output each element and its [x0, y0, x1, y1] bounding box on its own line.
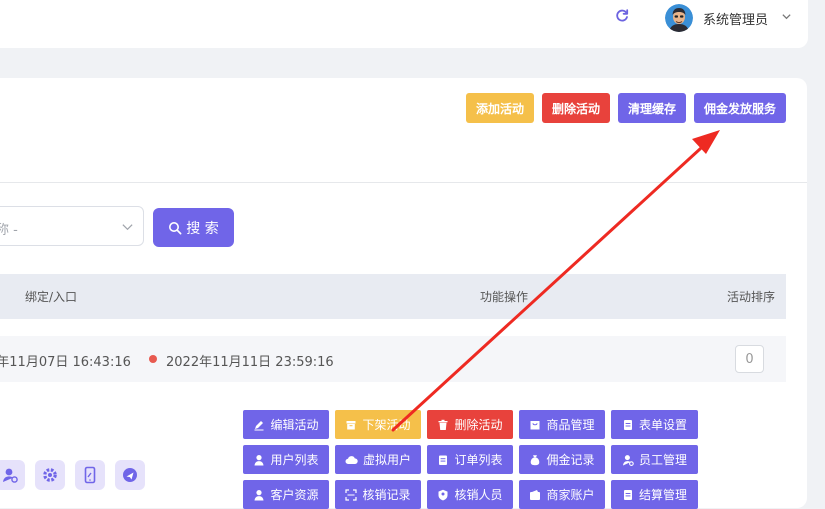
- virtual-users-button[interactable]: 虚拟用户: [335, 445, 421, 474]
- user-icon: [254, 454, 264, 465]
- mobile-icon[interactable]: [75, 460, 105, 490]
- column-actions: 功能操作: [480, 290, 529, 304]
- merchant-account-button[interactable]: 商家账户: [519, 480, 605, 509]
- shield-user-icon: [438, 489, 448, 500]
- user-link-icon[interactable]: [0, 460, 25, 490]
- form-settings-label: 表单设置: [638, 418, 687, 432]
- customer-icon: [254, 489, 264, 500]
- settlement-management-button[interactable]: 结算管理: [611, 480, 698, 509]
- status-dot: [149, 355, 157, 363]
- settlement-management-label: 结算管理: [638, 488, 687, 502]
- customer-resources-button[interactable]: 客户资源: [243, 480, 329, 509]
- scan-icon: [345, 488, 358, 501]
- commission-service-button[interactable]: 佣金发放服务: [694, 93, 786, 123]
- product-management-label: 商品管理: [546, 418, 595, 432]
- trash-icon: [438, 419, 448, 430]
- edit-activity-button[interactable]: 编辑活动: [243, 410, 329, 439]
- gear-icon[interactable]: [35, 460, 65, 490]
- chevron-down-icon[interactable]: [121, 220, 134, 233]
- verify-records-label: 核销记录: [362, 488, 411, 502]
- wallet-icon: [530, 489, 541, 500]
- user-list-label: 用户列表: [270, 453, 319, 467]
- delete-activity-row-label: 删除活动: [454, 418, 503, 432]
- cloud-icon: [345, 455, 358, 464]
- avatar-icon[interactable]: [665, 4, 693, 32]
- clipboard-icon: [439, 455, 448, 465]
- select-placeholder: 称 -: [0, 223, 18, 238]
- verify-staff-button[interactable]: 核销人员: [427, 480, 513, 509]
- user-list-button[interactable]: 用户列表: [243, 445, 329, 474]
- add-activity-button[interactable]: 添加活动: [466, 93, 534, 123]
- virtual-users-label: 虚拟用户: [362, 453, 411, 467]
- order-list-label: 订单列表: [454, 453, 503, 467]
- delete-activity-row-button[interactable]: 删除活动: [427, 410, 513, 439]
- share-icon[interactable]: [115, 460, 145, 490]
- commission-records-label: 佣金记录: [546, 453, 595, 467]
- username[interactable]: 系统管理员: [703, 9, 768, 28]
- staff-management-button[interactable]: 员工管理: [611, 445, 698, 474]
- merchant-account-label: 商家账户: [546, 488, 595, 502]
- customer-resources-label: 客户资源: [270, 488, 319, 502]
- form-settings-button[interactable]: 表单设置: [611, 410, 698, 439]
- search-button[interactable]: 搜 索: [153, 208, 234, 247]
- shopping-bag-icon: [530, 420, 540, 429]
- unpublish-activity-label: 下架活动: [362, 418, 411, 432]
- refresh-icon[interactable]: [614, 8, 630, 24]
- money-bag-icon: [531, 454, 540, 465]
- archive-icon: [346, 420, 356, 429]
- divider: [0, 182, 807, 183]
- commission-records-button[interactable]: 佣金记录: [519, 445, 605, 474]
- chevron-down-icon[interactable]: [781, 11, 792, 22]
- column-binding: 绑定/入口: [25, 290, 78, 304]
- clear-cache-button[interactable]: 清理缓存: [618, 93, 686, 123]
- search-icon: [169, 221, 182, 234]
- document-icon: [623, 489, 632, 500]
- column-sort: 活动排序: [727, 290, 776, 304]
- verify-staff-label: 核销人员: [454, 488, 503, 502]
- staff-management-label: 员工管理: [638, 453, 687, 467]
- order-list-button[interactable]: 订单列表: [427, 445, 513, 474]
- edit-activity-label: 编辑活动: [270, 418, 319, 432]
- unpublish-activity-button[interactable]: 下架活动: [335, 410, 421, 439]
- start-time: 2年11月07日 16:43:16: [0, 355, 131, 370]
- table-header: [0, 274, 786, 319]
- edit-icon: [254, 420, 264, 430]
- search-label: 搜 索: [186, 220, 219, 237]
- end-time: 2022年11月11日 23:59:16: [166, 355, 334, 370]
- delete-activity-button[interactable]: 删除活动: [542, 93, 610, 123]
- verify-records-button[interactable]: 核销记录: [335, 480, 421, 509]
- form-icon: [623, 419, 632, 430]
- product-management-button[interactable]: 商品管理: [519, 410, 605, 439]
- sort-input[interactable]: 0: [735, 345, 764, 373]
- staff-icon: [622, 454, 634, 466]
